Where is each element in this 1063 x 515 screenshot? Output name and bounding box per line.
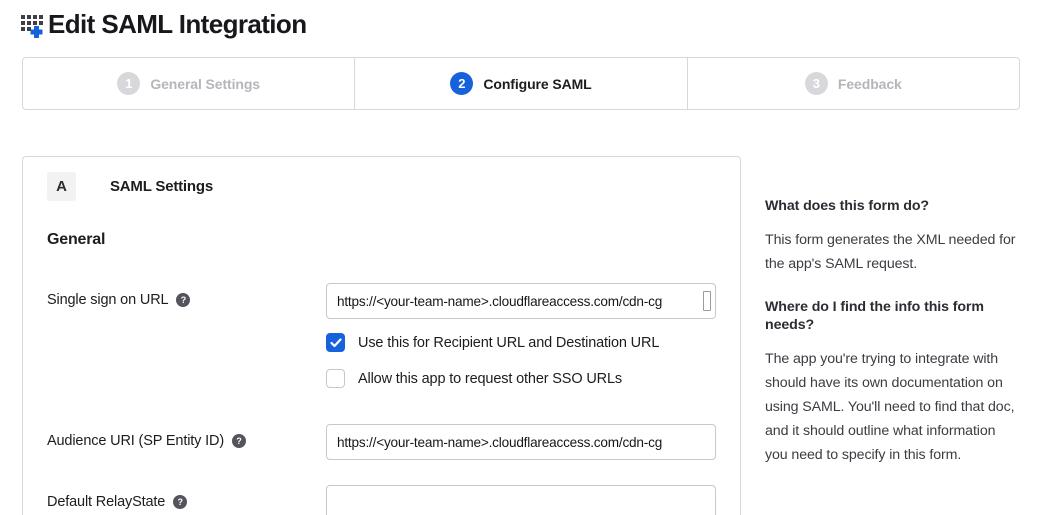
recipient-url-checkbox-label[interactable]: Use this for Recipient URL and Destinati… — [358, 335, 659, 351]
audience-uri-label-group: Audience URI (SP Entity ID) ? — [47, 424, 326, 449]
help-sidebar: What does this form do? This form genera… — [765, 197, 1017, 467]
relay-state-input[interactable] — [326, 485, 716, 515]
section-title: SAML Settings — [110, 178, 213, 195]
relay-state-field-group: If no value is set, a blank RelayState i… — [326, 485, 716, 515]
step-feedback[interactable]: 3 Feedback — [687, 58, 1019, 109]
step-label: General Settings — [150, 76, 260, 92]
wizard-stepper: 1 General Settings 2 Configure SAML 3 Fe… — [22, 57, 1020, 110]
sso-url-row: Single sign on URL ? Use this for Recipi… — [47, 283, 716, 388]
sso-url-label-group: Single sign on URL ? — [47, 283, 326, 308]
section-header: A SAML Settings — [47, 172, 716, 201]
relay-state-row: Default RelayState ? If no value is set,… — [47, 485, 716, 515]
text-cursor — [703, 291, 711, 311]
step-number-badge: 1 — [117, 72, 140, 95]
step-number-badge: 2 — [450, 72, 473, 95]
step-general-settings[interactable]: 1 General Settings — [23, 58, 354, 109]
help-body: The app you're trying to integrate with … — [765, 347, 1017, 467]
relay-state-help-icon[interactable]: ? — [173, 495, 187, 509]
step-label: Configure SAML — [483, 76, 591, 92]
recipient-url-checkbox-row[interactable]: Use this for Recipient URL and Destinati… — [326, 333, 716, 352]
sso-url-field-group: Use this for Recipient URL and Destinati… — [326, 283, 716, 388]
help-section-what: What does this form do? This form genera… — [765, 197, 1017, 276]
page-header: Edit SAML Integration — [0, 0, 1063, 40]
help-heading: Where do I find the info this form needs… — [765, 298, 1017, 334]
audience-uri-label: Audience URI (SP Entity ID) — [47, 433, 224, 449]
audience-uri-input[interactable] — [326, 424, 716, 460]
add-app-grid-icon — [19, 11, 46, 38]
help-section-where: Where do I find the info this form needs… — [765, 298, 1017, 467]
step-label: Feedback — [838, 76, 902, 92]
step-number-badge: 3 — [805, 72, 828, 95]
sso-url-input[interactable] — [326, 283, 716, 319]
help-heading: What does this form do? — [765, 197, 1017, 215]
section-a-badge: A — [47, 172, 76, 201]
sso-url-label: Single sign on URL — [47, 292, 168, 308]
recipient-url-checkbox[interactable] — [326, 333, 345, 352]
checkmark-icon — [330, 338, 342, 348]
other-sso-checkbox[interactable] — [326, 369, 345, 388]
audience-uri-field-group — [326, 424, 716, 460]
page-title: Edit SAML Integration — [48, 9, 306, 40]
step-configure-saml[interactable]: 2 Configure SAML — [354, 58, 686, 109]
audience-uri-help-icon[interactable]: ? — [232, 434, 246, 448]
relay-state-label: Default RelayState — [47, 494, 165, 510]
other-sso-checkbox-label[interactable]: Allow this app to request other SSO URLs — [358, 371, 622, 387]
other-sso-checkbox-row[interactable]: Allow this app to request other SSO URLs — [326, 369, 716, 388]
sso-url-help-icon[interactable]: ? — [176, 293, 190, 307]
audience-uri-row: Audience URI (SP Entity ID) ? — [47, 424, 716, 460]
relay-state-label-group: Default RelayState ? — [47, 485, 326, 510]
saml-settings-panel: A SAML Settings General Single sign on U… — [22, 156, 741, 515]
sso-url-input-wrap — [326, 283, 716, 319]
help-body: This form generates the XML needed for t… — [765, 228, 1017, 276]
general-group-heading: General — [47, 231, 716, 249]
